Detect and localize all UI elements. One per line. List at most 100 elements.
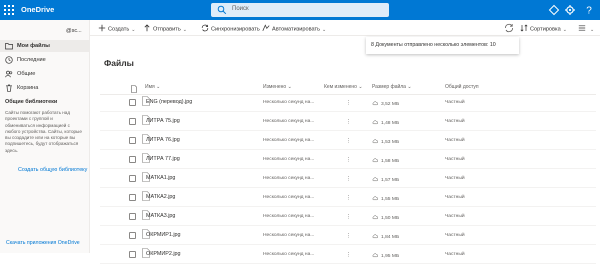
row-checkbox[interactable] bbox=[129, 194, 136, 201]
file-size-value: 1,58 МБ bbox=[381, 159, 400, 164]
app-brand[interactable]: OneDrive bbox=[21, 5, 54, 14]
create-button[interactable]: Создать ⌄ bbox=[98, 24, 135, 33]
search-box[interactable]: Поиск bbox=[211, 3, 389, 17]
row-checkbox[interactable] bbox=[129, 232, 136, 239]
chevron-down-icon: ⌄ bbox=[562, 26, 567, 33]
file-name-link[interactable]: МАТКА1.jpg bbox=[146, 175, 175, 181]
sharing-cell: Частный bbox=[445, 214, 465, 219]
table-row[interactable]: ЛИТРА 75.jpg Несколько секунд на... ⋮ 1,48 … bbox=[100, 113, 596, 131]
sharing-cell: Частный bbox=[445, 176, 465, 181]
row-checkbox[interactable] bbox=[129, 99, 136, 106]
row-checkbox[interactable] bbox=[129, 175, 136, 182]
file-size-value: 1,84 МБ bbox=[381, 235, 400, 240]
column-header-sharing[interactable]: Общий доступ bbox=[445, 84, 479, 94]
table-row[interactable]: ОКРМИР2.jpg Несколько секунд на... ⋮ 1,95 М… bbox=[100, 246, 596, 264]
table-row[interactable]: ENG (перевод).jpg Несколько секунд на... ⋮… bbox=[100, 94, 596, 112]
view-options-button[interactable]: ⌄ bbox=[578, 24, 594, 33]
table-row[interactable]: МАТКА2.jpg Несколько секунд на... ⋮ 1,55 МБ… bbox=[100, 189, 596, 207]
table-row[interactable]: МАТКА3.jpg Несколько секунд на... ⋮ 1,50 МБ… bbox=[100, 208, 596, 226]
automate-icon bbox=[262, 24, 270, 31]
modified-cell: Несколько секунд на... bbox=[263, 157, 315, 162]
nav-item-label: Последние bbox=[17, 57, 46, 63]
cloud-status-icon bbox=[372, 120, 379, 125]
shared-libraries-heading: Общие библиотеки bbox=[5, 99, 58, 105]
sharing-cell: Частный bbox=[445, 100, 465, 105]
more-actions-icon[interactable]: ⋮ bbox=[346, 138, 351, 144]
file-name-link[interactable]: МАТКА3.jpg bbox=[146, 213, 175, 219]
row-checkbox[interactable] bbox=[129, 213, 136, 220]
row-checkbox[interactable] bbox=[129, 137, 136, 144]
file-name-link[interactable]: ОКРМИР2.jpg bbox=[146, 251, 181, 257]
column-header-modified[interactable]: Изменено ⌄ bbox=[263, 84, 292, 94]
nav-item-my-files[interactable]: Мои файлы bbox=[0, 40, 90, 52]
table-row[interactable]: ЛИТРА 77.jpg Несколько секунд на... ⋮ 1,58 … bbox=[100, 151, 596, 169]
sharing-cell: Частный bbox=[445, 233, 465, 238]
nav-item-label: Мои файлы bbox=[17, 43, 50, 49]
file-size-cell: 1,95 МБ bbox=[372, 252, 399, 259]
more-actions-icon[interactable]: ⋮ bbox=[346, 119, 351, 125]
file-size-value: 1,50 МБ bbox=[381, 216, 400, 221]
file-size-cell: 1,84 МБ bbox=[372, 233, 399, 240]
upload-notification: 8 Документы отправлено несколько элемент… bbox=[366, 37, 519, 54]
more-actions-icon[interactable]: ⋮ bbox=[346, 233, 351, 239]
file-name-link[interactable]: ЛИТРА 75.jpg bbox=[146, 118, 180, 124]
table-row[interactable]: ЛИТРА 76.jpg Несколько секунд на... ⋮ 1,53 … bbox=[100, 132, 596, 150]
page-title: Файлы bbox=[104, 58, 134, 68]
modified-cell: Несколько секунд на... bbox=[263, 100, 315, 105]
column-header-name[interactable]: Имя ⌄ bbox=[145, 84, 160, 94]
file-size-value: 1,57 МБ bbox=[381, 178, 400, 183]
cloud-status-icon bbox=[372, 234, 379, 239]
get-apps-link[interactable]: Скачать приложения OneDrive bbox=[6, 240, 86, 247]
file-name-link[interactable]: ЛИТРА 76.jpg bbox=[146, 137, 180, 143]
column-header-modified-by[interactable]: Кем изменено ⌄ bbox=[324, 84, 363, 94]
modified-cell: Несколько секунд на... bbox=[263, 214, 315, 219]
sharing-cell: Частный bbox=[445, 138, 465, 143]
column-header-file-size[interactable]: Размер файла ⌄ bbox=[372, 84, 412, 94]
nav-item-recent[interactable]: Последние bbox=[0, 54, 90, 66]
nav-item-label: Корзина bbox=[17, 85, 39, 91]
help-icon[interactable]: ? bbox=[583, 4, 595, 17]
file-name-link[interactable]: ENG (перевод).jpg bbox=[146, 99, 192, 105]
folder-icon bbox=[5, 43, 13, 50]
table-row[interactable]: ОКРМИР1.jpg Несколько секунд на... ⋮ 1,84 М… bbox=[100, 227, 596, 245]
diamond-icon[interactable] bbox=[548, 4, 560, 16]
row-checkbox[interactable] bbox=[129, 156, 136, 163]
modified-cell: Несколько секунд на... bbox=[263, 195, 315, 200]
row-checkbox[interactable] bbox=[129, 251, 136, 258]
file-size-cell: 1,58 МБ bbox=[372, 157, 399, 164]
table-row[interactable]: МАТКА1.jpg Несколько секунд на... ⋮ 1,57 МБ… bbox=[100, 170, 596, 188]
more-actions-icon[interactable]: ⋮ bbox=[346, 176, 351, 182]
cloud-status-icon bbox=[372, 101, 379, 106]
sync-icon bbox=[201, 24, 209, 32]
refresh-icon[interactable] bbox=[504, 23, 514, 33]
chevron-down-icon: ⌄ bbox=[322, 26, 327, 33]
sync-button[interactable]: Синхронизировать bbox=[201, 24, 260, 33]
more-actions-icon[interactable]: ⋮ bbox=[346, 195, 351, 201]
file-name-link[interactable]: ОКРМИР1.jpg bbox=[146, 232, 181, 238]
more-actions-icon[interactable]: ⋮ bbox=[346, 157, 351, 163]
nav-item-shared[interactable]: Общие bbox=[0, 68, 90, 80]
file-size-cell: 1,48 МБ bbox=[372, 119, 399, 126]
chevron-down-icon: ⌄ bbox=[182, 26, 187, 33]
row-checkbox[interactable] bbox=[129, 118, 136, 125]
more-actions-icon[interactable]: ⋮ bbox=[346, 100, 351, 106]
modified-cell: Несколько секунд на... bbox=[263, 119, 315, 124]
more-actions-icon[interactable]: ⋮ bbox=[346, 214, 351, 220]
sort-button[interactable]: Сортировка ⌄ bbox=[520, 24, 567, 33]
create-shared-library-link[interactable]: Создать общую библиотеку bbox=[18, 167, 87, 173]
upload-icon bbox=[144, 24, 150, 32]
automate-button[interactable]: Автоматизировать ⌄ bbox=[262, 24, 326, 33]
file-name-link[interactable]: ЛИТРА 77.jpg bbox=[146, 156, 180, 162]
gear-icon[interactable] bbox=[564, 4, 576, 16]
file-name-link[interactable]: МАТКА2.jpg bbox=[146, 194, 175, 200]
cloud-status-icon bbox=[372, 215, 379, 220]
app-launcher-icon[interactable] bbox=[4, 5, 14, 15]
shared-libraries-description: Сайты помогают работать над проектами с … bbox=[5, 110, 82, 153]
nav-item-recycle-bin[interactable]: Корзина bbox=[0, 82, 90, 94]
file-size-value: 1,53 МБ bbox=[381, 140, 400, 145]
file-size-cell: 1,50 МБ bbox=[372, 214, 399, 221]
file-size-cell: 1,53 МБ bbox=[372, 138, 399, 145]
user-name: @sc... bbox=[66, 28, 82, 34]
upload-button[interactable]: Отправить ⌄ bbox=[143, 24, 187, 33]
cloud-status-icon bbox=[372, 139, 379, 144]
